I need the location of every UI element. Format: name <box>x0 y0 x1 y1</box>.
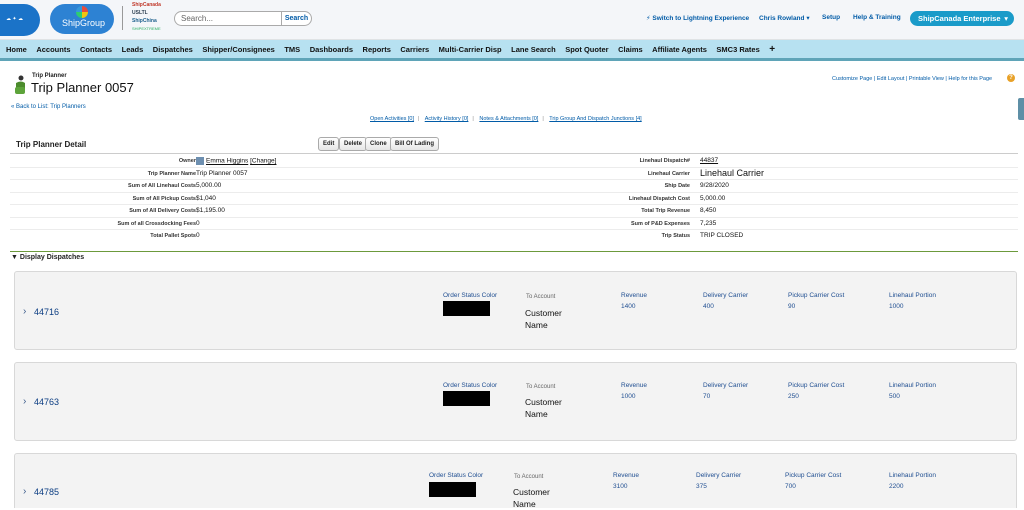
owner-link[interactable]: Emma Higgins <box>206 158 248 165</box>
dispatch-card[interactable]: › 44716 Order Status Color To Account Cu… <box>14 271 1017 350</box>
help-training-link[interactable]: Help & Training <box>853 14 901 21</box>
chevron-right-icon[interactable]: › <box>23 396 26 407</box>
tab-carriers[interactable]: Carriers <box>400 45 429 54</box>
tab-lane-search[interactable]: Lane Search <box>511 45 556 54</box>
clone-button[interactable]: Clone <box>365 137 392 151</box>
caret-down-icon: ▾ <box>1004 14 1008 23</box>
tab-claims[interactable]: Claims <box>618 45 643 54</box>
tab-shipper-consignees[interactable]: Shipper/Consignees <box>202 45 275 54</box>
dispatch-id[interactable]: 44785 <box>34 487 59 497</box>
main-nav-tabs: Home Accounts Contacts Leads Dispatches … <box>0 40 1024 61</box>
tab-dashboards[interactable]: Dashboards <box>310 45 353 54</box>
detail-row: Owner Emma Higgins [Change] Linehaul Dis… <box>10 155 1018 168</box>
tab-accounts[interactable]: Accounts <box>36 45 70 54</box>
tab-contacts[interactable]: Contacts <box>80 45 112 54</box>
bill-of-lading-button[interactable]: Bill Of Lading <box>390 137 439 151</box>
detail-row: Sum of All Linehaul Costs 5,000.00 Ship … <box>10 180 1018 193</box>
change-owner-link[interactable]: [Change] <box>250 158 276 165</box>
detail-row: Total Pallet Spots 0 Trip Status TRIP CL… <box>150 232 744 239</box>
detail-row: Sum of All Pickup Costs $1,040 Linehaul … <box>10 193 1018 205</box>
related-list-links: Open Activities [0] | Activity History [0… <box>370 116 642 122</box>
help-icon[interactable]: ? <box>1007 74 1015 82</box>
order-status-swatch <box>443 301 490 316</box>
detail-row: Sum of all Crossdocking Fees 0 Sum of P&… <box>10 218 1018 230</box>
tree-icon <box>122 6 132 30</box>
app-switcher[interactable]: ShipCanada Enterprise ▾ <box>910 11 1014 26</box>
order-status-swatch <box>443 391 490 406</box>
tab-smc3-rates[interactable]: SMC3 Rates <box>716 45 759 54</box>
chevron-right-icon[interactable]: › <box>23 306 26 317</box>
triangle-down-icon: ▼ <box>11 254 18 261</box>
setup-link[interactable]: Setup <box>822 14 840 21</box>
tab-multi-carrier-disp[interactable]: Multi-Carrier Disp <box>439 45 502 54</box>
cloud-icon: ☁ ✦ ☁ <box>6 16 23 22</box>
shipgroup-logo[interactable]: ShipGroup <box>50 4 114 34</box>
tab-leads[interactable]: Leads <box>122 45 144 54</box>
salesforce-logo[interactable]: ☁ ✦ ☁ <box>0 4 40 36</box>
search-input[interactable]: Search... <box>174 11 282 26</box>
tab-add-plus[interactable]: + <box>769 44 775 55</box>
page-links[interactable]: Customize Page | Edit Layout | Printable… <box>832 76 992 82</box>
back-to-list-link[interactable]: « Back to List: Trip Planners <box>11 104 86 110</box>
global-header: ☁ ✦ ☁ ShipGroup ShipCanada USLTL ShipChi… <box>0 0 1024 40</box>
tab-affiliate-agents[interactable]: Affiliate Agents <box>652 45 707 54</box>
delete-button[interactable]: Delete <box>339 137 368 151</box>
sidebar-toggle[interactable] <box>1018 98 1024 120</box>
edit-button[interactable]: Edit <box>318 137 340 151</box>
tab-reports[interactable]: Reports <box>363 45 391 54</box>
trip-planner-icon <box>15 75 25 94</box>
detail-row: Trip Planner Name Trip Planner 0057 Line… <box>10 168 1018 180</box>
user-menu[interactable]: Chris Rowland ▾ <box>759 14 810 22</box>
trip-group-junctions-link[interactable]: Trip Group And Dispatch Junctions [4] <box>549 116 641 122</box>
page-title: Trip Planner 0057 <box>31 80 134 95</box>
divider <box>10 153 1018 154</box>
tab-home[interactable]: Home <box>6 45 27 54</box>
display-dispatches-toggle[interactable]: ▼ Display Dispatches <box>11 254 84 261</box>
dispatch-id[interactable]: 44716 <box>34 307 59 317</box>
switch-lightning-link[interactable]: ⚡ Switch to Lightning Experience <box>646 14 749 22</box>
dispatch-id[interactable]: 44763 <box>34 397 59 407</box>
app-family-logo: ShipCanada USLTL ShipChina SHIPEXTREME <box>118 2 168 38</box>
divider <box>10 251 1018 252</box>
chevron-right-icon[interactable]: › <box>23 486 26 497</box>
activity-history-link[interactable]: Activity History [0] <box>425 116 469 122</box>
open-activities-link[interactable]: Open Activities [0] <box>370 116 414 122</box>
detail-section-title: Trip Planner Detail <box>16 140 87 149</box>
user-icon <box>196 157 204 165</box>
object-label: Trip Planner <box>32 73 67 79</box>
notes-attachments-link[interactable]: Notes & Attachments [0] <box>479 116 538 122</box>
tab-spot-quoter[interactable]: Spot Quoter <box>565 45 608 54</box>
tab-dispatches[interactable]: Dispatches <box>153 45 193 54</box>
search-button[interactable]: Search <box>282 11 312 26</box>
caret-down-icon: ▾ <box>806 15 810 22</box>
dispatch-card[interactable]: › 44785 Order Status Color To Account Cu… <box>14 453 1017 509</box>
lightning-icon: ⚡ <box>646 15 651 22</box>
detail-row: Sum of All Delivery Costs $1,195.00 Tota… <box>10 205 1018 218</box>
order-status-swatch <box>429 482 476 497</box>
dispatch-card[interactable]: › 44763 Order Status Color To Account Cu… <box>14 362 1017 441</box>
globe-icon <box>76 6 88 18</box>
tab-tms[interactable]: TMS <box>284 45 300 54</box>
linehaul-dispatch-link[interactable]: 44837 <box>700 157 718 164</box>
